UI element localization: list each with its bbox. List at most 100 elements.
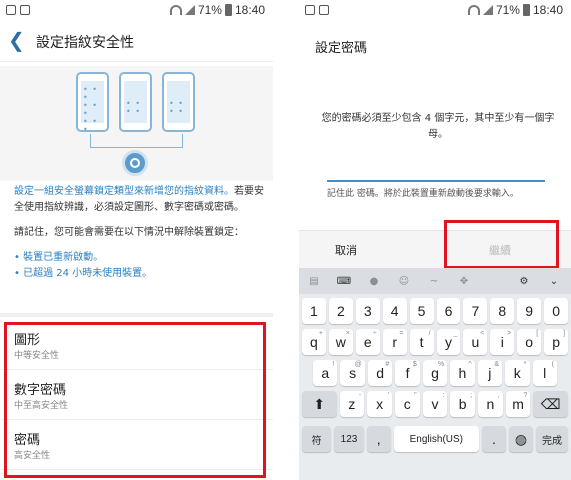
key-label: t — [419, 334, 424, 350]
key-w[interactable]: w × — [328, 329, 353, 355]
key-s[interactable]: s @ — [340, 360, 365, 386]
key-5[interactable]: 5 — [409, 298, 434, 324]
option-subtitle: 高安全性 — [14, 451, 51, 461]
page-title: 設定指紋安全性 — [36, 35, 134, 51]
battery-icon — [522, 4, 530, 16]
gallery-icon — [20, 5, 30, 15]
key-label: 9 — [525, 303, 534, 319]
battery-percent: 71% — [495, 3, 520, 17]
key-x[interactable]: x ' — [367, 391, 392, 417]
status-bar: 71% 18:40 — [299, 0, 571, 22]
continue-button[interactable]: 繼續 — [489, 242, 511, 258]
key-4[interactable]: 4 — [382, 298, 407, 324]
key-label: h — [458, 365, 467, 381]
key-g[interactable]: g% — [422, 360, 448, 386]
globe-icon[interactable]: ◍ — [508, 426, 533, 452]
key-i[interactable]: i > — [490, 329, 515, 355]
key-label: y — [444, 334, 452, 350]
status-bar: 71% 18:40 — [0, 0, 273, 22]
cancel-button[interactable]: 取消 — [335, 242, 357, 258]
key-symbol-hint: " — [414, 392, 417, 399]
option-pattern[interactable]: 圖形 中等安全性 — [0, 320, 273, 370]
key-label: w — [335, 334, 346, 350]
divider — [0, 313, 273, 317]
backspace-icon[interactable]: ⌫ — [533, 391, 568, 417]
keyboard-icon[interactable]: ⌨ — [329, 268, 359, 294]
key-6[interactable]: 6 — [436, 298, 461, 324]
key-c[interactable]: c " — [394, 391, 420, 417]
option-password[interactable]: 密碼 高安全性 — [0, 420, 273, 470]
signal-icon — [482, 5, 493, 15]
key-u[interactable]: u < — [463, 329, 488, 355]
key-y[interactable]: y _ — [436, 329, 461, 355]
key-label: z — [348, 396, 356, 412]
key-p[interactable]: p] — [544, 329, 569, 355]
keyboard: ▤ ⌨ ● ☺ ~ ✥ ⚙ ⌄ 1234567890 q + w × e ÷ r = t / y _ u… — [299, 268, 571, 480]
key-a[interactable]: a! — [313, 360, 338, 386]
comma-key[interactable]: , — [366, 426, 391, 452]
handwriting-icon[interactable]: ~ — [419, 268, 449, 294]
key-7[interactable]: 7 — [463, 298, 488, 324]
key-label: n — [486, 396, 495, 412]
key-l[interactable]: l( — [532, 360, 557, 386]
key-label: j — [488, 365, 492, 381]
key-symbol-hint: ( — [551, 361, 554, 368]
emoji-icon[interactable]: ☺ — [389, 268, 419, 294]
key-n[interactable]: n, — [478, 391, 503, 417]
symbol-key[interactable]: 符 — [302, 426, 332, 452]
key-symbol-hint: * — [523, 361, 527, 368]
key-z[interactable]: z- — [339, 391, 365, 417]
clock: 18:40 — [234, 3, 265, 17]
key-o[interactable]: o[ — [517, 329, 542, 355]
back-arrow-icon[interactable]: ❮ — [8, 28, 25, 52]
key-8[interactable]: 8 — [490, 298, 515, 324]
key-r[interactable]: r = — [382, 329, 407, 355]
key-j[interactable]: j & — [477, 360, 503, 386]
description: 設定一組安全螢幕鎖定類型來新增您的指紋資料。若要安全使用指紋辨識，必須設定圖形、… — [14, 184, 264, 282]
letter-row-1: q + w × e ÷ r = t / y _ u < i > o[p] — [302, 329, 569, 355]
key-symbol-hint: > — [507, 330, 512, 337]
shift-icon[interactable]: ⬆ — [302, 391, 337, 417]
key-label: x — [376, 396, 384, 412]
clipboard-icon[interactable]: ▤ — [299, 268, 329, 294]
key-symbol-hint: × — [345, 330, 350, 337]
key-symbol-hint: % — [437, 361, 445, 368]
done-key[interactable]: 完成 — [535, 426, 568, 452]
key-label: 2 — [336, 303, 345, 319]
intro-text: 設定一組安全螢幕鎖定類型來新增您的指紋資料。 — [14, 186, 234, 197]
key-2[interactable]: 2 — [328, 298, 353, 324]
key-q[interactable]: q + — [302, 329, 326, 355]
key-symbol-hint: / — [428, 330, 431, 337]
period-key[interactable]: . — [481, 426, 506, 452]
space-key[interactable]: English(US) — [393, 426, 479, 452]
key-symbol-hint: + — [318, 330, 323, 337]
key-h[interactable]: h ^ — [450, 360, 475, 386]
key-symbol-hint: _ — [453, 330, 458, 337]
number-key[interactable]: 123 — [334, 426, 364, 452]
cursor-move-icon[interactable]: ✥ — [449, 268, 479, 294]
option-subtitle: 中至高安全性 — [14, 401, 69, 411]
key-1[interactable]: 1 — [302, 298, 326, 324]
fingerprint-icon — [122, 150, 148, 176]
key-e[interactable]: e ÷ — [355, 329, 380, 355]
password-requirement-text: 您的密碼必須至少包含 4 個字元，其中至少有一個字母。 — [321, 113, 555, 140]
key-m[interactable]: m? — [505, 391, 531, 417]
key-label: v — [431, 396, 439, 412]
key-9[interactable]: 9 — [517, 298, 542, 324]
key-t[interactable]: t / — [409, 329, 434, 355]
gear-icon[interactable]: ⚙ — [509, 268, 539, 294]
key-0[interactable]: 0 — [544, 298, 569, 324]
key-b[interactable]: b; — [450, 391, 476, 417]
password-input[interactable] — [327, 180, 545, 182]
key-d[interactable]: d # — [367, 360, 393, 386]
bullet-item: • 裝置已重新啟動。 — [14, 252, 104, 263]
key-k[interactable]: k * — [505, 360, 530, 386]
option-pin[interactable]: 數字密碼 中至高安全性 — [0, 370, 273, 420]
key-f[interactable]: f $ — [395, 360, 420, 386]
key-v[interactable]: v: — [422, 391, 448, 417]
chevron-down-icon[interactable]: ⌄ — [539, 268, 569, 294]
key-label: 4 — [390, 303, 399, 319]
mic-icon[interactable]: ● — [359, 268, 389, 294]
key-3[interactable]: 3 — [355, 298, 380, 324]
